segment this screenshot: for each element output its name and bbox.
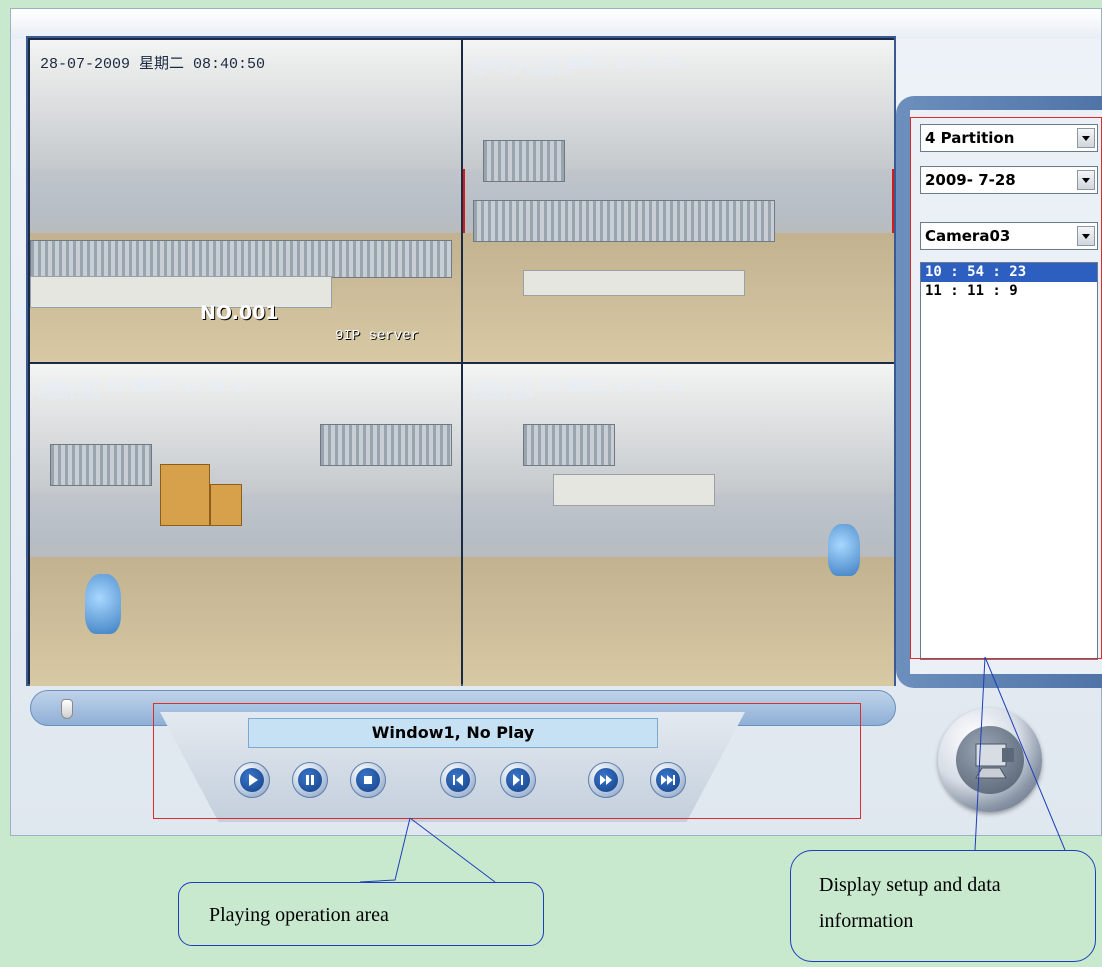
window-1-timestamp: 28-07-2009 星期二 08:40:50 xyxy=(40,56,266,73)
video-window-4[interactable]: 2009-07-28 星期二 15:37:53 Camera04 xyxy=(463,364,894,686)
video-window-1[interactable]: 28-07-2009 星期二 08:40:50 NO.001 9IP serve… xyxy=(30,40,461,362)
scene-partition xyxy=(50,444,152,486)
scene-partition xyxy=(30,240,452,278)
scene-water-jug xyxy=(828,524,860,576)
scene-water-jug xyxy=(85,574,121,634)
display-setup-highlight xyxy=(910,117,1102,659)
window-1-overlay-server: 9IP server xyxy=(335,328,420,344)
seek-thumb[interactable] xyxy=(61,699,73,719)
video-window-2[interactable]: 2009-07-28 星期二 15:35:50 02 PTZ Camera xyxy=(463,40,894,362)
scene-floor xyxy=(463,233,894,362)
video-grid: 28-07-2009 星期二 08:40:50 NO.001 9IP serve… xyxy=(26,36,896,686)
scene-partition xyxy=(523,424,615,466)
video-window-3[interactable]: 2009-07-28 星期二 15:39:47 Camera03 xyxy=(30,364,461,686)
playback-area-highlight xyxy=(153,703,861,819)
window-2-camera-label: 02 PTZ Camera xyxy=(471,64,573,79)
scene-partition xyxy=(483,140,565,182)
display-setup-label: Display setup and data information xyxy=(819,874,1001,932)
scene-desk xyxy=(523,270,745,296)
main-menu-button[interactable] xyxy=(938,708,1042,812)
scene-box xyxy=(210,484,242,526)
scene-partition xyxy=(320,424,452,466)
scene-partition xyxy=(473,200,775,242)
window-4-camera-label: Camera04 xyxy=(471,388,534,403)
window-3-camera-label: Camera03 xyxy=(38,388,101,403)
window-1-overlay-id: NO.001 xyxy=(200,302,279,324)
window-top-glow xyxy=(11,9,1101,39)
scene-desk xyxy=(553,474,715,506)
playback-area-label: Playing operation area xyxy=(209,904,389,926)
playback-area-callout: Playing operation area xyxy=(178,882,544,946)
display-setup-callout: Display setup and data information xyxy=(790,850,1096,962)
scene-box xyxy=(160,464,210,526)
scene-floor xyxy=(463,557,894,686)
scene-desk xyxy=(30,276,332,308)
monitor-icon xyxy=(975,743,1014,779)
